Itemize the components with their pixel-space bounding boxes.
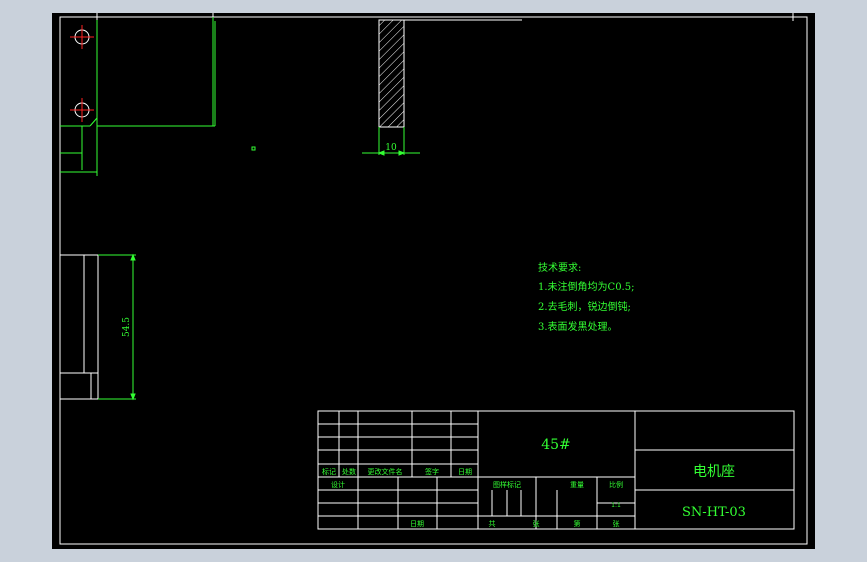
dimension-width-label: 10: [385, 143, 397, 153]
dimension-height-label: 54.5: [122, 317, 132, 337]
section-hatch: [378, 19, 522, 128]
label-signature: 签字: [425, 467, 439, 476]
label-change-doc: 更改文件名: [368, 467, 403, 476]
label-mark: 标记: [322, 467, 336, 476]
tech-requirement-2: 2.去毛刺，锐边倒钝;: [538, 302, 631, 313]
label-weight: 重量: [570, 481, 584, 489]
tech-requirement-3: 3.表面发黑处理。: [538, 322, 618, 333]
label-page: 张: [613, 519, 620, 528]
label-count: 处数: [342, 467, 356, 476]
cad-viewport[interactable]: 10 54.5 标记 处数 更改文件名 签字 日期 设计 日期 图样标记 重量 …: [52, 13, 815, 549]
label-sheet: 张: [533, 519, 540, 528]
label-approval-date: 日期: [410, 520, 424, 528]
label-date: 日期: [458, 468, 472, 476]
title-block-labels: 标记 处数 更改文件名 签字 日期 设计 日期 图样标记 重量 比例 共 张 第…: [322, 467, 623, 528]
tech-requirement-1: 1.未注倒角均为C0.5;: [538, 282, 635, 293]
tech-requirements-title: 技术要求:: [538, 263, 582, 274]
label-page-no: 第: [574, 519, 581, 528]
scale-value: 1:1: [611, 502, 621, 509]
label-stage-mark: 图样标记: [493, 480, 521, 489]
label-total-sheets: 共: [489, 519, 496, 528]
material-label: 45#: [541, 437, 571, 453]
drawing-canvas: 10 54.5 标记 处数 更改文件名 签字 日期 设计 日期 图样标记 重量 …: [59, 13, 808, 545]
label-scale: 比例: [609, 480, 623, 489]
part-name: 电机座: [693, 464, 735, 480]
label-design: 设计: [331, 480, 345, 489]
part-side-view: [60, 254, 99, 400]
hole-center-mark: [70, 25, 94, 49]
part-top-left-view: [60, 17, 256, 176]
drawing-number: SN-HT-03: [682, 505, 746, 520]
hole-center-mark: [70, 98, 94, 122]
